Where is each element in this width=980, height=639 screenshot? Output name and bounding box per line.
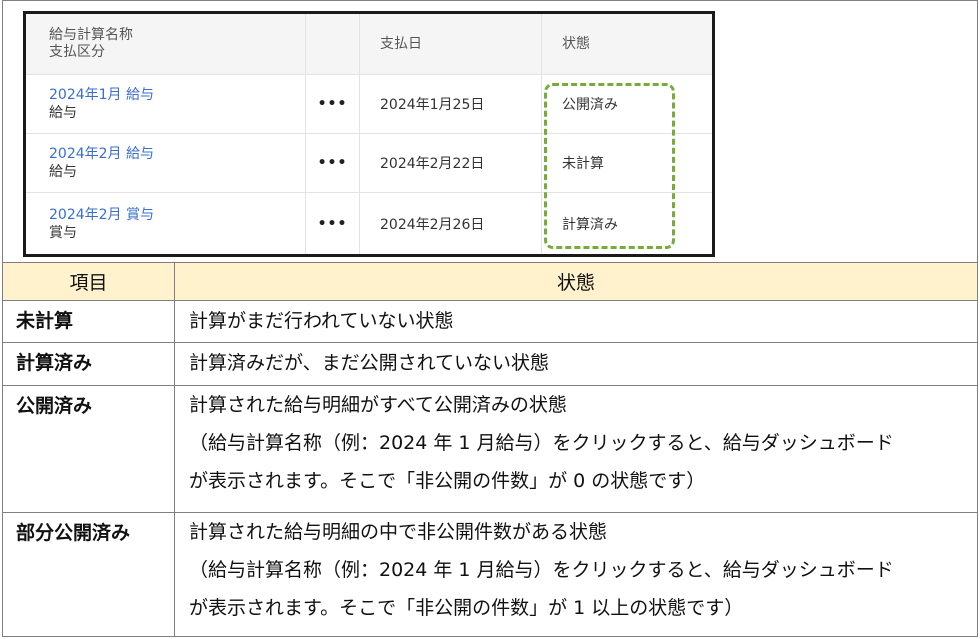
description-line: が表示されます。そこで「非公開の件数」が 0 の状態です） bbox=[189, 470, 706, 492]
description-cell: 計算された給与明細の中で非公開件数がある状態 （給与計算名称（例：2024 年 … bbox=[175, 513, 977, 637]
description-line: 計算済みだが、まだ公開されていない状態 bbox=[189, 352, 550, 374]
name-cell: 2024年2月 賞与 賞与 bbox=[26, 193, 306, 254]
description-cell: 計算された給与明細がすべて公開済みの状態 （給与計算名称（例：2024 年 1 … bbox=[175, 386, 977, 512]
explanation-row: 計算済み 計算済みだが、まだ公開されていない状態 bbox=[3, 343, 977, 386]
header-status-label: 状態 bbox=[562, 35, 590, 52]
action-cell: ••• bbox=[306, 193, 360, 254]
description-line: （給与計算名称（例：2024 年 1 月給与）をクリックすると、給与ダッシュボー… bbox=[189, 559, 894, 581]
payroll-name-link[interactable]: 2024年2月 給与 bbox=[49, 145, 305, 163]
payment-date: 2024年2月26日 bbox=[380, 216, 485, 233]
payroll-list-screenshot: 給与計算名称 支払区分 支払日 状態 2024年1月 給与 給与 ••• 202… bbox=[23, 11, 715, 257]
header-action-cell bbox=[306, 14, 360, 74]
explanation-row: 部分公開済み 計算された給与明細の中で非公開件数がある状態 （給与計算名称（例：… bbox=[3, 513, 977, 637]
explanation-table-header: 項目 状態 bbox=[3, 263, 977, 301]
header-name-cell: 給与計算名称 支払区分 bbox=[26, 14, 306, 74]
header-date-cell: 支払日 bbox=[360, 14, 542, 74]
status-key: 未計算 bbox=[16, 310, 74, 332]
description-line: が表示されます。そこで「非公開の件数」が 1 以上の状態です） bbox=[189, 597, 744, 619]
header-item-label: 項目 bbox=[69, 272, 108, 294]
date-cell: 2024年2月22日 bbox=[360, 134, 542, 192]
more-options-icon[interactable]: ••• bbox=[318, 96, 348, 112]
header-item-cell: 項目 bbox=[3, 263, 175, 300]
payment-type: 賞与 bbox=[49, 224, 77, 241]
status-highlight-box bbox=[544, 83, 675, 249]
payment-type: 給与 bbox=[49, 164, 77, 180]
header-type-label: 支払区分 bbox=[49, 44, 105, 60]
more-options-icon[interactable]: ••• bbox=[318, 216, 348, 232]
header-status-cell: 状態 bbox=[542, 14, 712, 74]
status-key: 公開済み bbox=[16, 395, 93, 417]
description-line: 計算された給与明細の中で非公開件数がある状態 bbox=[189, 521, 608, 543]
header-state-label: 状態 bbox=[556, 272, 595, 294]
payroll-table-header: 給与計算名称 支払区分 支払日 状態 bbox=[26, 14, 712, 74]
header-state-cell: 状態 bbox=[175, 263, 977, 300]
explanation-row: 公開済み 計算された給与明細がすべて公開済みの状態 （給与計算名称（例：2024… bbox=[3, 386, 977, 513]
explanation-row: 未計算 計算がまだ行われていない状態 bbox=[3, 301, 977, 343]
name-cell: 2024年1月 給与 給与 bbox=[26, 75, 306, 133]
action-cell: ••• bbox=[306, 75, 360, 133]
document-frame: 給与計算名称 支払区分 支払日 状態 2024年1月 給与 給与 ••• 202… bbox=[2, 0, 978, 637]
description-cell: 計算がまだ行われていない状態 bbox=[175, 301, 977, 342]
payment-type: 給与 bbox=[49, 105, 77, 121]
action-cell: ••• bbox=[306, 134, 360, 192]
payroll-name-link[interactable]: 2024年2月 賞与 bbox=[49, 206, 305, 224]
payment-date: 2024年1月25日 bbox=[380, 97, 485, 113]
status-key: 部分公開済み bbox=[16, 522, 131, 544]
description-line: 計算された給与明細がすべて公開済みの状態 bbox=[189, 394, 567, 416]
key-cell: 未計算 bbox=[3, 301, 175, 342]
screenshot-cell: 給与計算名称 支払区分 支払日 状態 2024年1月 給与 給与 ••• 202… bbox=[3, 1, 977, 263]
header-name-label: 給与計算名称 bbox=[49, 27, 133, 43]
description-line: （給与計算名称（例：2024 年 1 月給与）をクリックすると、給与ダッシュボー… bbox=[189, 432, 894, 454]
more-options-icon[interactable]: ••• bbox=[318, 155, 348, 171]
key-cell: 計算済み bbox=[3, 343, 175, 385]
name-cell: 2024年2月 給与 給与 bbox=[26, 134, 306, 192]
header-date-label: 支払日 bbox=[380, 35, 422, 52]
key-cell: 公開済み bbox=[3, 386, 175, 512]
date-cell: 2024年2月26日 bbox=[360, 193, 542, 254]
payment-date: 2024年2月22日 bbox=[380, 156, 485, 172]
description-cell: 計算済みだが、まだ公開されていない状態 bbox=[175, 343, 977, 385]
description-line: 計算がまだ行われていない状態 bbox=[189, 310, 454, 332]
date-cell: 2024年1月25日 bbox=[360, 75, 542, 133]
payroll-name-link[interactable]: 2024年1月 給与 bbox=[49, 86, 305, 104]
key-cell: 部分公開済み bbox=[3, 513, 175, 637]
status-key: 計算済み bbox=[16, 352, 93, 374]
